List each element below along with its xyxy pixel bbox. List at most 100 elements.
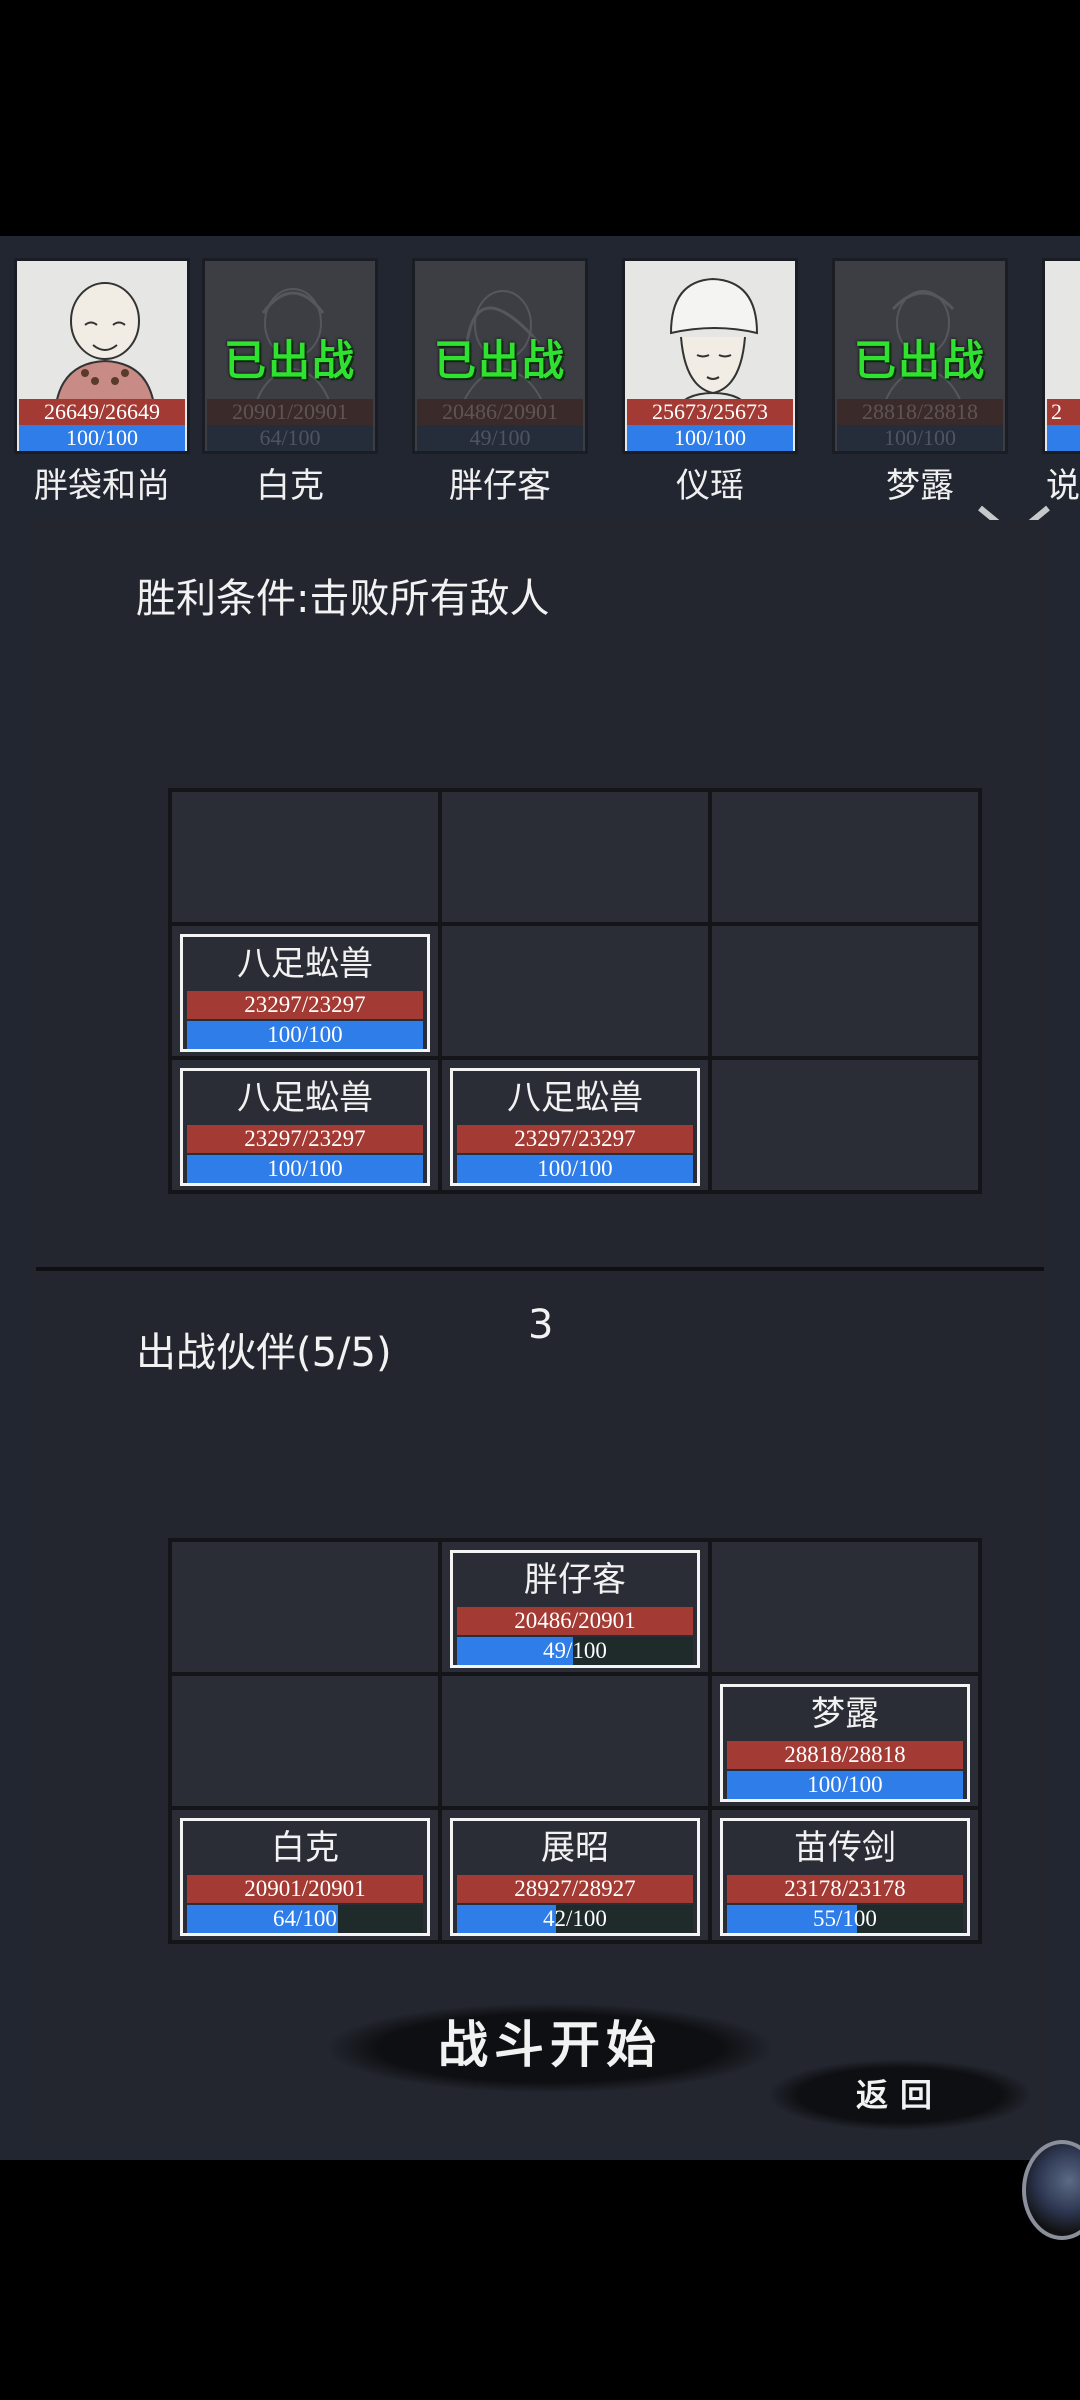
hp-bar: 25673/25673 <box>627 399 793 425</box>
hp-bar: 23178/23178 <box>727 1875 963 1903</box>
grid-cell[interactable] <box>172 792 438 922</box>
hp-bar: 26649/26649 <box>19 399 185 425</box>
grid-cell[interactable]: 苗传剑 23178/23178 55/100 <box>712 1810 978 1940</box>
hp-bar: 23297/23297 <box>457 1125 693 1153</box>
portrait: 已出战 20486/20901 49/100 <box>412 258 588 454</box>
mp-bar: 49/100 <box>417 425 583 451</box>
mp-bar: 55/100 <box>727 1905 963 1933</box>
party-unit[interactable]: 梦露 28818/28818 100/100 <box>720 1684 970 1802</box>
portrait: 26649/26649 100/100 <box>14 258 190 454</box>
hp-bar: 20901/20901 <box>207 399 373 425</box>
mp-text: 55/100 <box>813 1906 877 1931</box>
party-unit[interactable]: 苗传剑 23178/23178 55/100 <box>720 1818 970 1936</box>
roster-name: 白克 <box>256 466 324 502</box>
enemy-unit[interactable]: 八足蚣兽 23297/23297 100/100 <box>180 934 430 1052</box>
mp-fill <box>457 1905 557 1933</box>
roster-card-2[interactable]: 已出战 20486/20901 49/100 胖仔客 <box>412 258 588 502</box>
mp-bar: 49/100 <box>457 1637 693 1665</box>
mp-bar: 42/100 <box>457 1905 693 1933</box>
mp-text: 64/100 <box>273 1906 337 1931</box>
roster-card-1[interactable]: 已出战 20901/20901 64/100 白克 <box>202 258 378 502</box>
grid-cell[interactable] <box>172 1542 438 1672</box>
grid-cell[interactable]: 展昭 28927/28927 42/100 <box>442 1810 708 1940</box>
roster-card-3[interactable]: 25673/25673 100/100 仪瑶 <box>622 258 798 502</box>
monk-portrait-icon <box>53 282 157 413</box>
roster-strip[interactable]: 26649/26649 100/100 胖袋和尚 已出战 20901/20901… <box>0 252 1080 502</box>
party-unit[interactable]: 展昭 28927/28927 42/100 <box>450 1818 700 1936</box>
character-portrait-icon <box>669 277 759 413</box>
hp-bar: 23297/23297 <box>187 1125 423 1153</box>
portrait: 25673/25673 100/100 <box>622 258 798 454</box>
roster-card-4[interactable]: 已出战 28818/28818 100/100 梦露 <box>832 258 1008 502</box>
unit-name: 胖仔客 <box>524 1560 626 1600</box>
grid-cell[interactable] <box>712 1542 978 1672</box>
mp-text: 100/100 <box>537 1156 613 1181</box>
roster-card-0[interactable]: 26649/26649 100/100 胖袋和尚 <box>14 258 190 502</box>
unit-name: 八足蚣兽 <box>507 1078 643 1118</box>
mp-bar: 64/100 <box>187 1905 423 1933</box>
mp-text: 100/100 <box>807 1772 883 1797</box>
hp-bar: 23297/23297 <box>187 991 423 1019</box>
portrait: 2 <box>1042 258 1080 454</box>
grid-cell[interactable] <box>442 926 708 1056</box>
mp-text: 42/100 <box>543 1906 607 1931</box>
mp-bar: 100/100 <box>19 425 185 451</box>
roster-name: 说 <box>1046 466 1080 502</box>
roster-name: 胖仔客 <box>449 466 551 502</box>
mp-bar: 100/100 <box>627 425 793 451</box>
unit-name: 八足蚣兽 <box>237 1078 373 1118</box>
mp-bar: 100/100 <box>727 1771 963 1799</box>
grid-cell[interactable] <box>442 1676 708 1806</box>
grid-cell[interactable] <box>172 1676 438 1806</box>
party-unit[interactable]: 胖仔客 20486/20901 49/100 <box>450 1550 700 1668</box>
party-unit[interactable]: 白克 20901/20901 64/100 <box>180 1818 430 1936</box>
mp-bar: 64/100 <box>207 425 373 451</box>
mp-bar: 100/100 <box>187 1155 423 1183</box>
roster-card-5[interactable]: 2 说 <box>1042 258 1080 502</box>
mp-bar: 100/100 <box>457 1155 693 1183</box>
grid-cell[interactable]: 胖仔客 20486/20901 49/100 <box>442 1542 708 1672</box>
hp-bar: 20486/20901 <box>457 1607 693 1635</box>
hp-bar: 20486/20901 <box>417 399 583 425</box>
grid-cell[interactable]: 八足蚣兽 23297/23297 100/100 <box>442 1060 708 1190</box>
mp-bar: 100/100 <box>837 425 1003 451</box>
hp-bar: 28927/28927 <box>457 1875 693 1903</box>
unit-name: 梦露 <box>811 1694 879 1734</box>
mp-bar: 100/100 <box>187 1021 423 1049</box>
unit-name: 八足蚣兽 <box>237 944 373 984</box>
deployed-label: 已出战 <box>223 336 356 385</box>
grid-cell[interactable]: 八足蚣兽 23297/23297 100/100 <box>172 926 438 1056</box>
enemy-unit[interactable]: 八足蚣兽 23297/23297 100/100 <box>450 1068 700 1186</box>
grid-cell[interactable]: 八足蚣兽 23297/23297 100/100 <box>172 1060 438 1190</box>
portrait: 已出战 28818/28818 100/100 <box>832 258 1008 454</box>
victory-condition: 胜利条件:击败所有敌人 <box>136 576 550 622</box>
unit-name: 白克 <box>271 1828 339 1868</box>
grid-cell[interactable] <box>442 792 708 922</box>
enemy-unit[interactable]: 八足蚣兽 23297/23297 100/100 <box>180 1068 430 1186</box>
party-formation-grid: 胖仔客 20486/20901 49/100 梦露 28818/28818 10… <box>168 1538 982 1944</box>
mp-bar <box>1047 425 1080 451</box>
party-label: 出战伙伴(5/5) <box>136 1330 392 1376</box>
grid-cell[interactable] <box>712 792 978 922</box>
grid-cell[interactable] <box>712 926 978 1056</box>
grid-cell[interactable] <box>712 1060 978 1190</box>
party-counter: 3 <box>528 1302 554 1348</box>
enemy-formation-grid: 八足蚣兽 23297/23297 100/100 八足蚣兽 23297/2329… <box>168 788 982 1194</box>
grid-cell[interactable]: 白克 20901/20901 64/100 <box>172 1810 438 1940</box>
section-divider <box>36 1267 1044 1271</box>
start-battle-button[interactable]: 战斗开始 <box>340 2000 760 2090</box>
hp-bar: 2 <box>1047 399 1080 425</box>
unit-name: 展昭 <box>541 1828 609 1868</box>
deployed-label: 已出战 <box>853 336 986 385</box>
deployed-label: 已出战 <box>433 336 566 385</box>
back-button[interactable]: 返回 <box>780 2064 1020 2126</box>
roster-name: 胖袋和尚 <box>34 466 170 502</box>
mp-text: 100/100 <box>267 1156 343 1181</box>
roster-name: 仪瑶 <box>676 466 744 502</box>
roster-name: 梦露 <box>886 466 954 502</box>
grid-cell[interactable]: 梦露 28818/28818 100/100 <box>712 1676 978 1806</box>
portrait: 已出战 20901/20901 64/100 <box>202 258 378 454</box>
hp-bar: 20901/20901 <box>187 1875 423 1903</box>
mp-text: 49/100 <box>543 1638 607 1663</box>
mp-text: 100/100 <box>267 1022 343 1047</box>
